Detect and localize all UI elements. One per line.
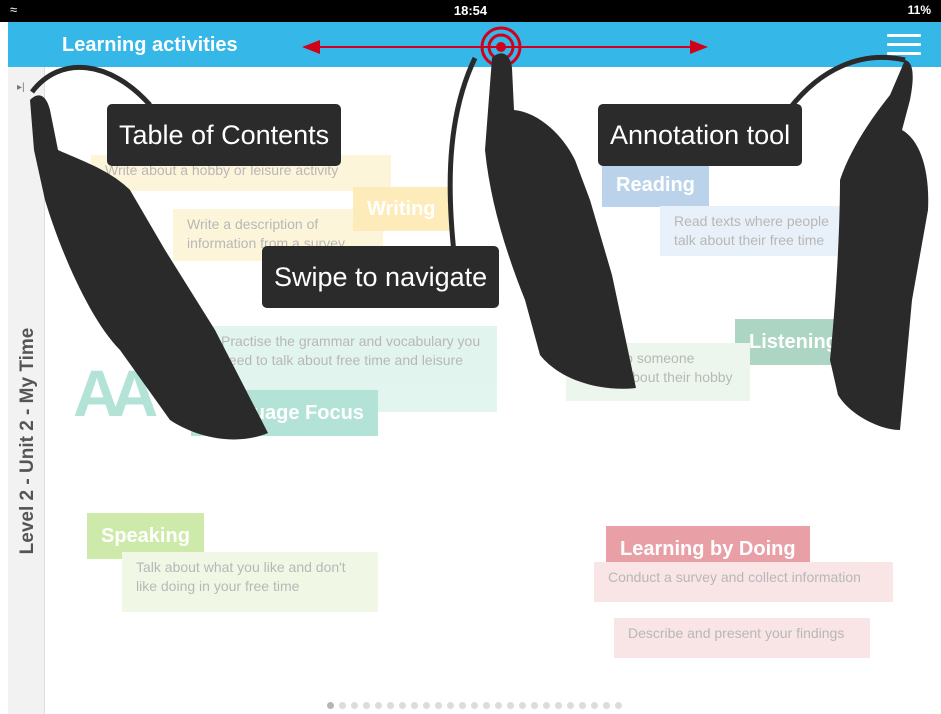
page-dot[interactable] [567,702,574,709]
page-dot[interactable] [375,702,382,709]
swipe-callout: Swipe to navigate [262,246,500,308]
page-dot[interactable] [495,702,502,709]
page-dot[interactable] [411,702,418,709]
page-dot[interactable] [615,702,622,709]
page-dot[interactable] [459,702,466,709]
page-dot[interactable] [399,702,406,709]
right-hand-icon [830,60,929,430]
page-dot[interactable] [363,702,370,709]
page-dot[interactable] [351,702,358,709]
page-dot[interactable] [507,702,514,709]
page-dot[interactable] [603,702,610,709]
page-dot[interactable] [543,702,550,709]
page-dot[interactable] [339,702,346,709]
page-dot[interactable] [519,702,526,709]
page-dot[interactable] [435,702,442,709]
page-dot[interactable] [579,702,586,709]
page-dot[interactable] [387,702,394,709]
page-dot[interactable] [531,702,538,709]
page-dot[interactable] [471,702,478,709]
page-indicator[interactable] [327,702,622,709]
page-dot[interactable] [483,702,490,709]
page-dot[interactable] [555,702,562,709]
page-dot[interactable] [327,702,334,709]
toc-callout: Table of Contents [107,104,342,166]
toc-gesture-curve [30,64,152,107]
page-dot[interactable] [447,702,454,709]
annotation-callout: Annotation tool [598,104,803,166]
page-dot[interactable] [423,702,430,709]
page-dot[interactable] [591,702,598,709]
